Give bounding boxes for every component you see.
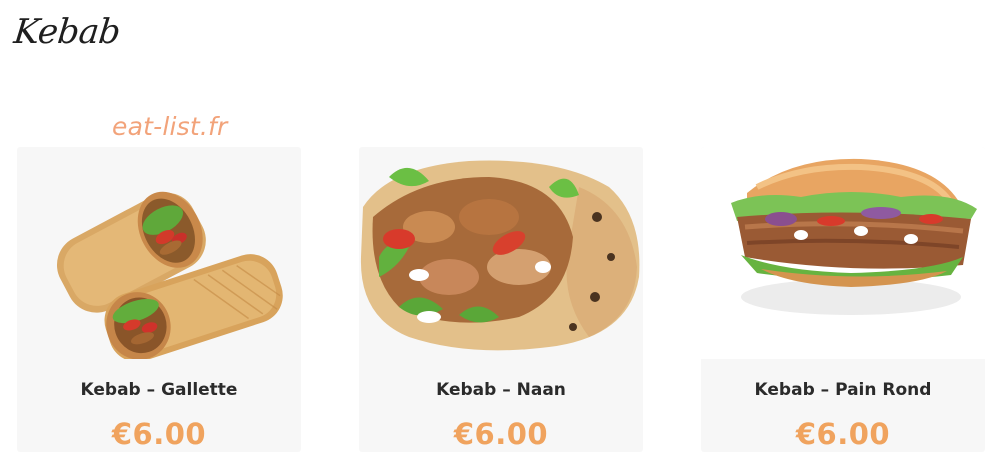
product-name[interactable]: Kebab – Gallette: [17, 380, 301, 400]
product-price: €6.00: [111, 417, 207, 451]
product-image-pain-rond[interactable]: [701, 147, 985, 359]
product-card-pain-rond[interactable]: Kebab – Pain Rond €6.00: [701, 147, 985, 452]
product-price: €6.00: [453, 417, 549, 451]
product-listing-page: Kebab eat-list.fr Kebab – Gallette €6.00…: [0, 0, 989, 452]
product-image-gallette[interactable]: [17, 147, 301, 359]
product-name[interactable]: Kebab – Naan: [359, 380, 643, 400]
product-card-gallette[interactable]: Kebab – Gallette €6.00: [17, 147, 301, 452]
naan-kebab-image: [360, 160, 640, 351]
product-image-naan[interactable]: [359, 147, 643, 359]
section-title: Kebab: [11, 12, 123, 52]
watermark: eat-list.fr: [112, 112, 228, 141]
product-name[interactable]: Kebab – Pain Rond: [701, 380, 985, 400]
wrap-gallette-image: [56, 191, 283, 359]
product-card-naan[interactable]: Kebab – Naan €6.00: [359, 147, 643, 452]
pain-rond-kebab-image: [731, 158, 977, 315]
product-price: €6.00: [795, 417, 891, 451]
